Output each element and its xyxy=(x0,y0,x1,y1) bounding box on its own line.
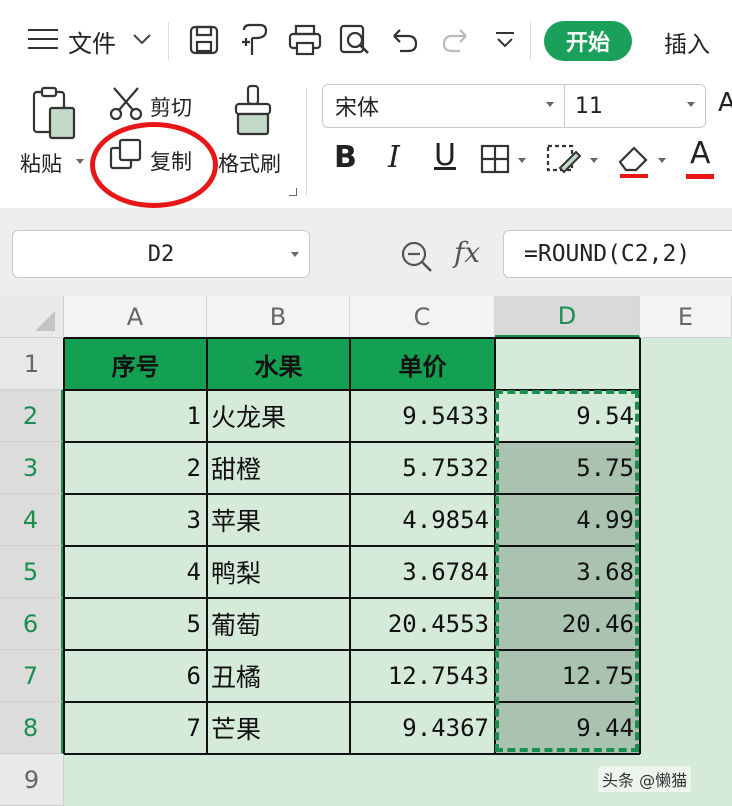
format-painter-icon[interactable] xyxy=(232,84,276,138)
clipboard-launcher-icon[interactable] xyxy=(289,188,297,196)
font-color-button[interactable]: A xyxy=(690,136,711,171)
cell-c2[interactable]: 9.5433 xyxy=(350,390,495,442)
cell-a8[interactable]: 7 xyxy=(64,702,207,754)
more-icon[interactable] xyxy=(494,30,516,50)
fx-icon[interactable]: fx xyxy=(454,236,480,269)
bold-button[interactable]: B xyxy=(334,140,357,175)
zoom-icon[interactable] xyxy=(400,240,434,274)
chevron-down-icon[interactable] xyxy=(546,102,554,107)
file-menu-label[interactable]: 文件 xyxy=(68,24,116,59)
formula-bar: D2 fx =ROUND(C2,2) xyxy=(0,208,732,296)
name-box-value: D2 xyxy=(147,241,175,267)
cell-d8[interactable]: 9.44 xyxy=(495,702,640,754)
redo-icon[interactable] xyxy=(440,26,470,54)
cell-b4[interactable]: 苹果 xyxy=(207,494,350,546)
print-preview-icon[interactable] xyxy=(338,23,372,57)
tab-home[interactable]: 开始 xyxy=(544,21,632,61)
name-box[interactable]: D2 xyxy=(12,230,310,278)
quick-access-toolbar: 文件 开始 插入 xyxy=(0,0,732,78)
save-as-icon[interactable] xyxy=(238,22,272,58)
borders-icon[interactable] xyxy=(480,144,510,174)
paste-dropdown-icon[interactable] xyxy=(76,159,84,164)
row-header-2[interactable]: 2 xyxy=(0,390,64,442)
column-header-e[interactable]: E xyxy=(640,296,732,338)
cell-a2[interactable]: 1 xyxy=(64,390,207,442)
font-name-value: 宋体 xyxy=(335,96,380,121)
formula-input[interactable]: =ROUND(C2,2) xyxy=(503,230,732,278)
spreadsheet-grid[interactable]: ABCDE 123456789 序号 水果 单价 1 火龙果 9.5433 9.54 2 甜橙 5… xyxy=(0,296,732,806)
cell-d4[interactable]: 4.99 xyxy=(495,494,640,546)
fill-color-icon[interactable] xyxy=(546,142,582,176)
eraser-icon[interactable] xyxy=(614,140,654,180)
column-header-b[interactable]: B xyxy=(207,296,350,338)
format-painter-label[interactable]: 格式刷 xyxy=(218,148,281,178)
header-cell-c[interactable]: 单价 xyxy=(350,338,495,390)
font-size-value: 11 xyxy=(575,93,603,119)
cell-d3[interactable]: 5.75 xyxy=(495,442,640,494)
menu-icon[interactable] xyxy=(28,29,58,51)
cell-c6[interactable]: 20.4553 xyxy=(350,598,495,650)
cell-d6[interactable]: 20.46 xyxy=(495,598,640,650)
ribbon: 粘贴 剪切 复制 格式刷 宋体 11 A B I U A xyxy=(0,78,732,208)
select-all-corner[interactable] xyxy=(0,296,64,338)
column-header-c[interactable]: C xyxy=(350,296,495,338)
chevron-down-icon[interactable] xyxy=(132,32,152,46)
italic-button[interactable]: I xyxy=(388,140,400,175)
scissors-icon[interactable] xyxy=(108,86,144,122)
row-header-8[interactable]: 8 xyxy=(0,702,64,754)
cell-c7[interactable]: 12.7543 xyxy=(350,650,495,702)
cell-b6[interactable]: 葡萄 xyxy=(207,598,350,650)
chevron-down-icon[interactable] xyxy=(687,102,695,107)
font-size-select[interactable]: 11 xyxy=(564,84,706,128)
increase-font-icon[interactable]: A xyxy=(718,88,732,118)
cell-b7[interactable]: 丑橘 xyxy=(207,650,350,702)
cell-c5[interactable]: 3.6784 xyxy=(350,546,495,598)
cell-b5[interactable]: 鸭梨 xyxy=(207,546,350,598)
cell-d5[interactable]: 3.68 xyxy=(495,546,640,598)
row-header-1[interactable]: 1 xyxy=(0,338,64,390)
cell-d2[interactable]: 9.54 xyxy=(495,390,640,442)
print-icon[interactable] xyxy=(288,24,322,56)
chevron-down-icon[interactable] xyxy=(291,252,299,257)
cell-a4[interactable]: 3 xyxy=(64,494,207,546)
header-cell-a[interactable]: 序号 xyxy=(64,338,207,390)
cell-d7[interactable]: 12.75 xyxy=(495,650,640,702)
column-header-a[interactable]: A xyxy=(64,296,207,338)
cell-a3[interactable]: 2 xyxy=(64,442,207,494)
font-name-select[interactable]: 宋体 xyxy=(322,84,564,128)
cell-a7[interactable]: 6 xyxy=(64,650,207,702)
cell-a5[interactable]: 4 xyxy=(64,546,207,598)
font-color-swatch xyxy=(686,174,714,179)
fill-dropdown-icon[interactable] xyxy=(590,158,598,163)
row-header-7[interactable]: 7 xyxy=(0,650,64,702)
cell-c8[interactable]: 9.4367 xyxy=(350,702,495,754)
copy-highlight-circle xyxy=(90,122,218,208)
row-header-5[interactable]: 5 xyxy=(0,546,64,598)
cell-c4[interactable]: 4.9854 xyxy=(350,494,495,546)
clear-dropdown-icon[interactable] xyxy=(658,158,666,163)
row-header-6[interactable]: 6 xyxy=(0,598,64,650)
row-header-9[interactable]: 9 xyxy=(0,754,64,806)
save-icon[interactable] xyxy=(188,24,220,56)
column-header-d[interactable]: D xyxy=(495,296,640,338)
undo-icon[interactable] xyxy=(390,26,420,54)
paste-label[interactable]: 粘贴 xyxy=(20,148,62,178)
tab-insert[interactable]: 插入 xyxy=(664,25,710,59)
cell-c3[interactable]: 5.7532 xyxy=(350,442,495,494)
paste-icon[interactable] xyxy=(30,86,78,140)
row-header-4[interactable]: 4 xyxy=(0,494,64,546)
header-cell-b[interactable]: 水果 xyxy=(207,338,350,390)
cell-b2[interactable]: 火龙果 xyxy=(207,390,350,442)
watermark: 头条 @懒猫 xyxy=(598,766,692,792)
cell-a6[interactable]: 5 xyxy=(64,598,207,650)
cell-b3[interactable]: 甜橙 xyxy=(207,442,350,494)
borders-dropdown-icon[interactable] xyxy=(518,158,526,163)
underline-button[interactable]: U xyxy=(434,138,456,173)
row-header-3[interactable]: 3 xyxy=(0,442,64,494)
cut-label[interactable]: 剪切 xyxy=(150,92,192,122)
cell-b8[interactable]: 芒果 xyxy=(207,702,350,754)
